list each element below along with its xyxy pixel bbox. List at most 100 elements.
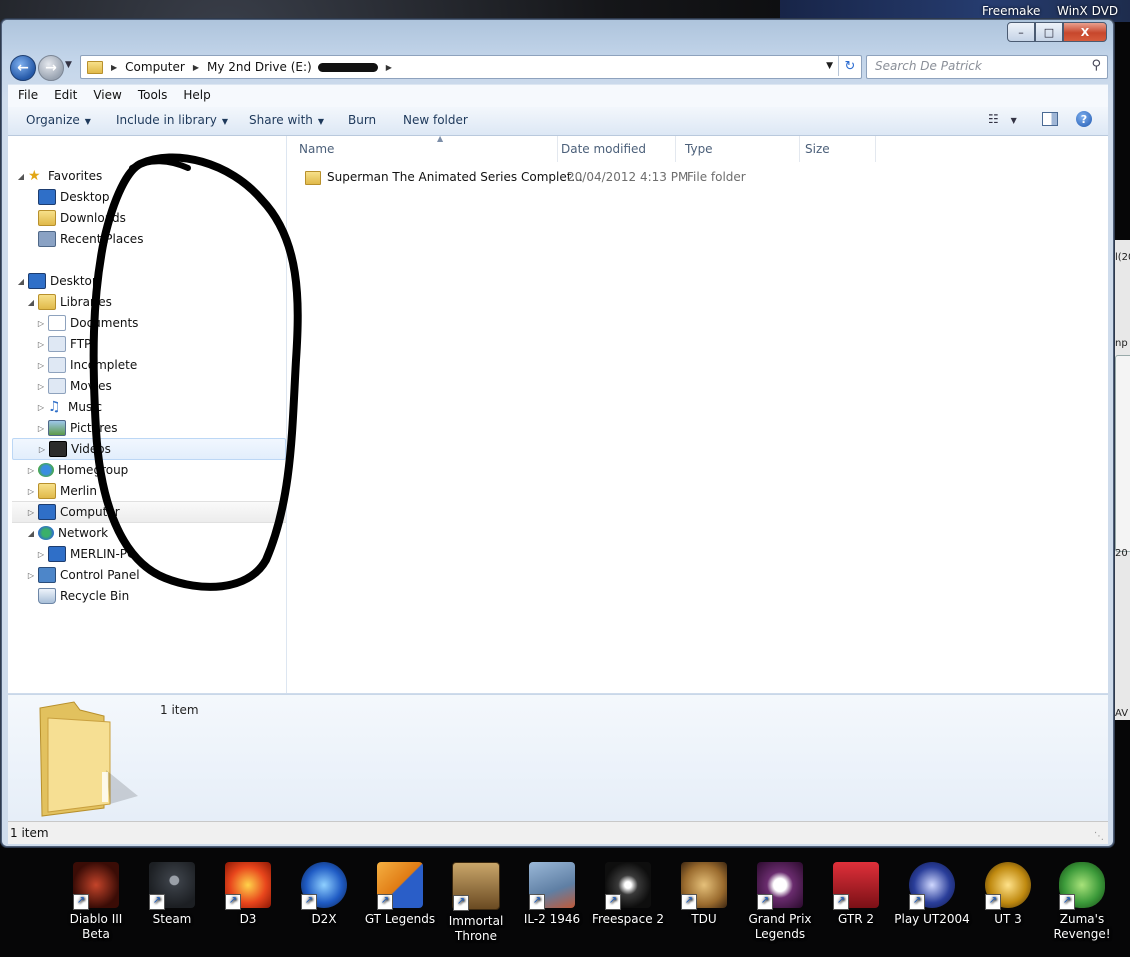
menu-view[interactable]: View — [83, 85, 127, 102]
desktop-shortcut-freespace-2[interactable]: ↗ Freespace 2 — [590, 862, 666, 927]
change-view-button[interactable]: ☷ ▼ — [988, 112, 1017, 126]
tree-item-recycle-bin[interactable]: Recycle Bin — [26, 586, 129, 606]
burn-button[interactable]: Burn — [348, 113, 376, 127]
file-list: Name ▲ Date modified Type Size Superman T… — [287, 134, 1108, 693]
gt-legends-icon: ↗ — [377, 862, 423, 910]
navigation-row: ← → ▼ ▶ Computer ▶ My 2nd Drive (E:) ▶ ▼ ↻… — [8, 54, 1108, 81]
shortcut-label: Grand Prix Legends — [748, 912, 812, 941]
tree-item-videos[interactable]: ▷ Videos — [12, 438, 286, 460]
refresh-icon[interactable]: ↻ — [838, 56, 861, 76]
expand-arrow-icon[interactable]: ▷ — [26, 466, 36, 475]
breadcrumb-drive[interactable]: My 2nd Drive (E:) — [207, 60, 312, 74]
close-button[interactable]: X — [1063, 22, 1107, 42]
desktop-shortcut-steam[interactable]: ↗ Steam — [134, 862, 210, 927]
expand-arrow-icon[interactable]: ▷ — [36, 319, 46, 328]
back-button[interactable]: ← — [10, 55, 36, 81]
recent-pages-dropdown[interactable]: ▼ — [65, 60, 72, 70]
expand-arrow-icon[interactable]: ▷ — [36, 424, 46, 433]
file-name[interactable]: Superman The Animated Series Complet... — [327, 170, 583, 184]
tree-item-favorites[interactable]: ◢ ★ Favorites — [16, 166, 102, 186]
tree-item-pictures[interactable]: ▷ Pictures — [36, 418, 118, 438]
desktop-shortcut-d3[interactable]: ↗ D3 — [210, 862, 286, 927]
resize-grip-icon[interactable]: ⋱ — [1094, 831, 1104, 842]
desktop-shortcut-play-ut2004[interactable]: ↗ Play UT2004 — [894, 862, 970, 927]
expand-arrow-icon[interactable]: ◢ — [26, 529, 36, 538]
preview-pane-icon[interactable] — [1042, 112, 1058, 126]
tree-item-merlin-pc[interactable]: ▷ MERLIN-PC — [36, 544, 135, 564]
menu-tools[interactable]: Tools — [128, 85, 174, 102]
tree-item-music[interactable]: ▷ ♫ Music — [36, 397, 102, 417]
desktop-shortcut-zumas-revenge[interactable]: ↗ Zuma's Revenge! — [1044, 862, 1120, 942]
tree-item-incomplete[interactable]: ▷ Incomplete — [36, 355, 137, 375]
tree-item-documents[interactable]: ▷ Documents — [36, 313, 138, 333]
network-icon — [38, 526, 54, 540]
desktop-shortcut-gt-legends[interactable]: ↗ GT Legends — [362, 862, 438, 927]
desktop-shortcut-ut-3[interactable]: ↗ UT 3 — [970, 862, 1046, 927]
chevron-right-icon[interactable]: ▶ — [386, 63, 392, 72]
expand-arrow-icon[interactable]: ▷ — [36, 340, 46, 349]
expand-arrow-icon[interactable]: ▷ — [26, 508, 36, 517]
address-history-dropdown[interactable]: ▼ — [826, 61, 833, 71]
expand-arrow-icon[interactable]: ◢ — [16, 277, 26, 286]
search-icon[interactable]: ⚲ — [1091, 58, 1101, 73]
menu-file[interactable]: File — [8, 85, 44, 102]
expand-arrow-icon[interactable]: ▷ — [26, 571, 36, 580]
file-row[interactable]: Superman The Animated Series Complet... … — [299, 168, 1099, 188]
column-header-date-modified[interactable]: Date modified — [561, 136, 676, 162]
tree-item-libraries[interactable]: ◢ Libraries — [26, 292, 112, 312]
expand-arrow-icon[interactable]: ▷ — [36, 550, 46, 559]
expand-arrow-icon[interactable]: ◢ — [16, 172, 26, 181]
tree-item-ftp[interactable]: ▷ FTP — [36, 334, 91, 354]
column-header-size[interactable]: Size — [805, 136, 876, 162]
forward-button[interactable]: → — [38, 55, 64, 81]
share-with-button[interactable]: Share with ▼ — [249, 113, 324, 127]
chevron-right-icon[interactable]: ▶ — [193, 63, 199, 72]
il-2-icon: ↗ — [529, 862, 575, 910]
expand-arrow-icon[interactable]: ▷ — [37, 445, 47, 454]
expand-arrow-icon[interactable]: ◢ — [26, 298, 36, 307]
expand-arrow-icon[interactable]: ▷ — [36, 361, 46, 370]
desktop-shortcut-d2x[interactable]: ↗ D2X — [286, 862, 362, 927]
desktop-shortcut-tdu[interactable]: ↗ TDU — [666, 862, 742, 927]
background-window-edge: l(20 np 20 AV — [1112, 240, 1130, 720]
new-folder-button[interactable]: New folder — [403, 113, 468, 127]
desktop-shortcut-grand-prix-legends[interactable]: ↗ Grand Prix Legends — [742, 862, 818, 942]
menu-help[interactable]: Help — [173, 85, 216, 102]
expand-arrow-icon[interactable]: ▷ — [36, 403, 46, 412]
desktop-shortcut-immortal-throne[interactable]: ↗ Immortal Throne — [438, 862, 514, 944]
column-header-name[interactable]: Name ▲ — [299, 134, 558, 162]
search-box[interactable]: Search De Patrick ⚲ — [866, 55, 1108, 79]
breadcrumb-computer[interactable]: Computer — [125, 60, 185, 74]
maximize-button[interactable]: □ — [1035, 22, 1063, 42]
desktop-shortcut-gtr-2[interactable]: ↗ GTR 2 — [818, 862, 894, 927]
help-icon[interactable]: ? — [1076, 111, 1092, 127]
tree-item-desktop[interactable]: ◢ Desktop — [16, 271, 100, 291]
include-in-library-button[interactable]: Include in library ▼ — [116, 113, 228, 127]
menu-edit[interactable]: Edit — [44, 85, 83, 102]
chevron-right-icon[interactable]: ▶ — [111, 63, 117, 72]
expand-arrow-icon[interactable]: ▷ — [26, 487, 36, 496]
star-icon: ★ — [28, 168, 41, 184]
shortcut-label: UT 3 — [994, 912, 1022, 926]
desktop-label-winx-dvd[interactable]: WinX DVD — [1057, 4, 1118, 18]
tree-item-network[interactable]: ◢ Network — [26, 523, 108, 543]
tree-item-downloads[interactable]: Downloads — [26, 208, 126, 228]
desktop-shortcut-il-2-1946[interactable]: ↗ IL-2 1946 — [514, 862, 590, 927]
tree-item-recent-places[interactable]: Recent Places — [26, 229, 143, 249]
desktop-label-freemake[interactable]: Freemake — [982, 4, 1040, 18]
shortcut-arrow-icon: ↗ — [909, 894, 925, 910]
status-bar: 1 item ⋱ — [8, 821, 1108, 844]
tree-item-computer[interactable]: ▷ Computer — [12, 501, 286, 523]
minimize-button[interactable]: – — [1007, 22, 1035, 42]
tree-item-merlin[interactable]: ▷ Merlin — [26, 481, 97, 501]
desktop-shortcut-diablo-iii-beta[interactable]: ↗ Diablo III Beta — [58, 862, 134, 942]
expand-arrow-icon[interactable]: ▷ — [36, 382, 46, 391]
tree-label: Favorites — [48, 169, 103, 183]
address-bar[interactable]: ▶ Computer ▶ My 2nd Drive (E:) ▶ ▼ ↻ — [80, 55, 862, 79]
tree-item-homegroup[interactable]: ▷ Homegroup — [26, 460, 128, 480]
organize-button[interactable]: Organize ▼ — [26, 113, 91, 127]
tree-item-desktop-fav[interactable]: Desktop — [26, 187, 110, 207]
tree-item-control-panel[interactable]: ▷ Control Panel — [26, 565, 140, 585]
tree-item-movies[interactable]: ▷ Movies — [36, 376, 112, 396]
column-header-type[interactable]: Type — [685, 136, 800, 162]
